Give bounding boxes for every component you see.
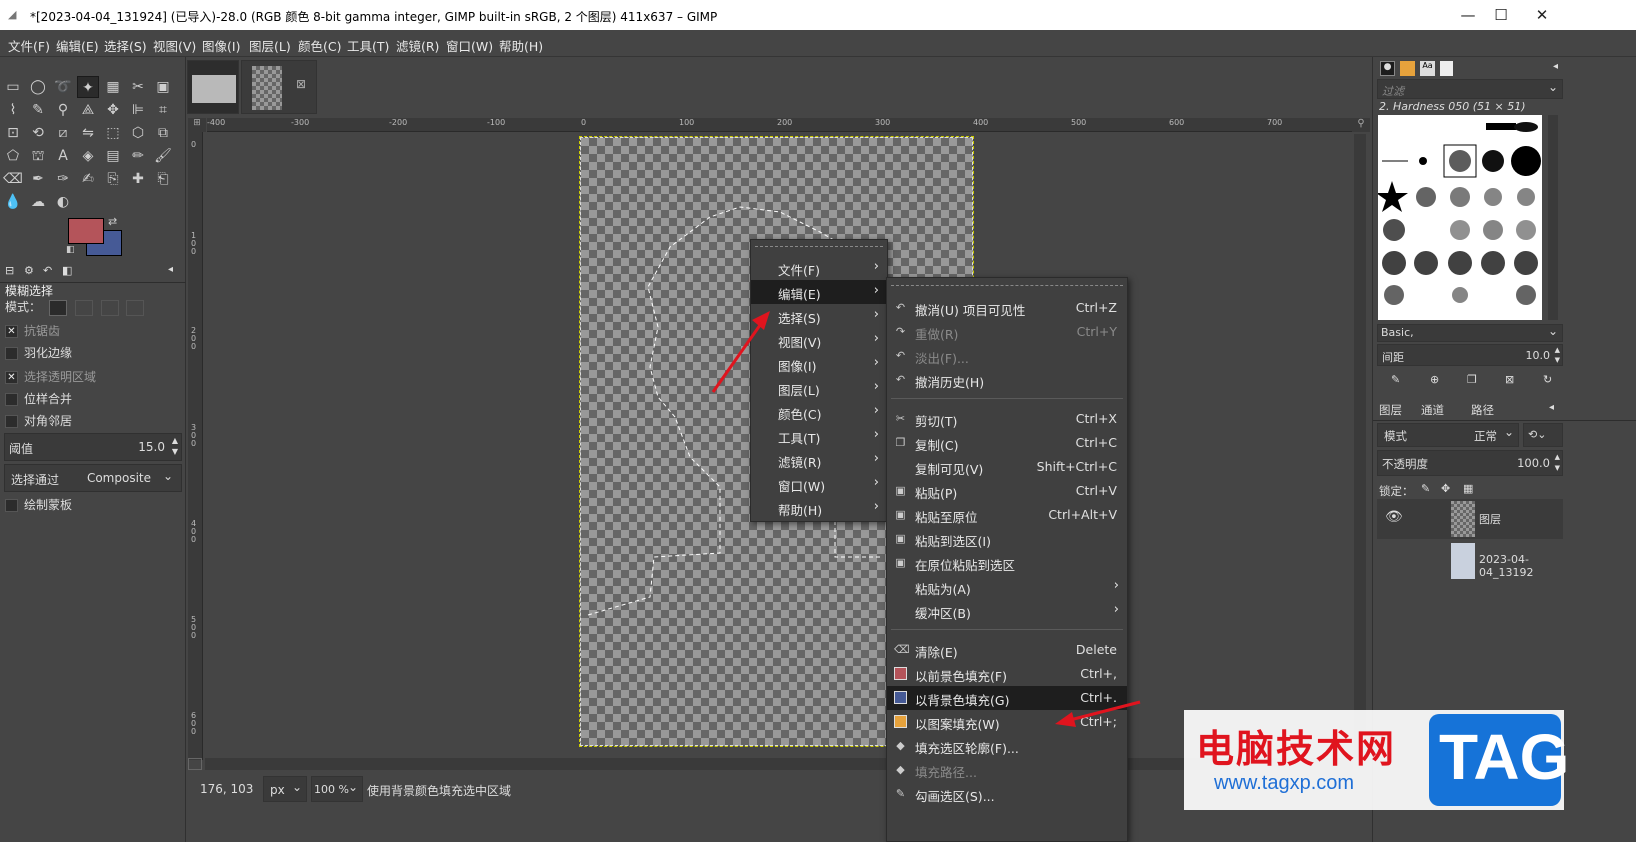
arrow-to-edit bbox=[711, 317, 767, 393]
watermark-logo: TAG bbox=[1429, 714, 1569, 806]
arrow-head bbox=[752, 311, 770, 330]
watermark-url: www.tagxp.com bbox=[1214, 772, 1355, 794]
watermark-text: 电脑技术网 bbox=[1196, 727, 1397, 771]
arrow-to-fill-bg bbox=[1069, 700, 1141, 722]
watermark: 电脑技术网 www.tagxp.com TAG bbox=[1184, 710, 1569, 810]
arrow-head bbox=[1055, 712, 1076, 727]
